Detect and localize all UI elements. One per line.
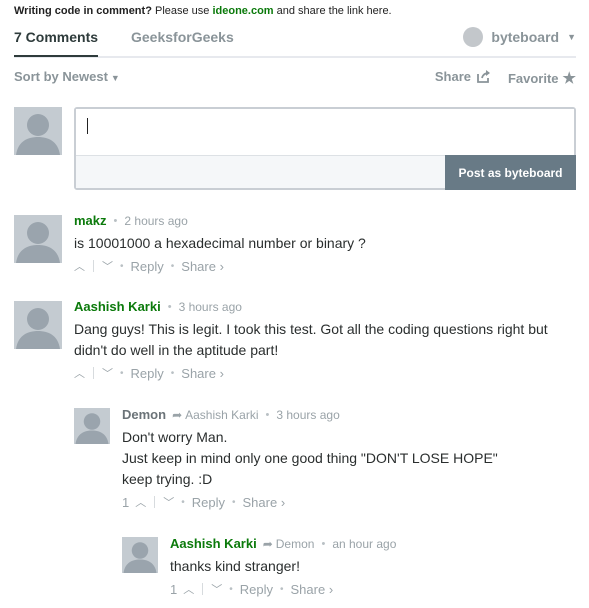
sort-bar: Sort by Newest ▼ Share Favorite ★: [14, 69, 576, 87]
chevron-up-icon[interactable]: ︿: [74, 258, 85, 274]
share-link[interactable]: Share ›: [181, 259, 224, 274]
separator-dot: •: [321, 537, 326, 550]
comment-line: is 10001000 a hexadecimal number or bina…: [74, 235, 366, 251]
user-name: byteboard: [491, 29, 560, 45]
avatar[interactable]: [14, 215, 62, 263]
comment-line: didn't do well in the aptitude part!: [74, 342, 279, 358]
comment-line: keep trying. :D: [122, 471, 213, 487]
separator-dot: •: [170, 260, 175, 272]
separator-dot: •: [265, 408, 270, 421]
comment-author[interactable]: Aashish Karki: [74, 299, 161, 314]
chevron-down-icon: ▼: [110, 73, 120, 83]
reply-link[interactable]: Reply: [192, 495, 225, 510]
comment-actions: 1 ︿ ﹀ • Reply • Share ›: [122, 494, 285, 510]
reply-link[interactable]: Reply: [131, 366, 164, 381]
comment-body: thanks kind stranger!: [170, 556, 300, 577]
favorite-button[interactable]: Favorite ★: [508, 69, 576, 87]
comment-actions: 1 ︿ ﹀ • Reply • Share ›: [170, 581, 333, 597]
notice-text-end: and share the link here.: [273, 5, 392, 17]
user-avatar-icon: [463, 27, 484, 47]
chevron-down-icon[interactable]: ﹀: [163, 494, 174, 510]
comment-header: Demon ➦ Aashish Karki • 3 hours ago: [122, 407, 340, 422]
tab-comments[interactable]: 7 Comments: [14, 29, 99, 57]
chevron-down-icon: ▼: [567, 32, 576, 42]
comment-body: Dang guys! This is legit. I took this te…: [74, 319, 548, 361]
share-link[interactable]: Share ›: [243, 495, 286, 510]
reply-link[interactable]: Reply: [131, 259, 164, 274]
code-notice: Writing code in comment? Please use ideo…: [14, 5, 392, 17]
divider: [93, 260, 94, 272]
divider: [202, 583, 204, 595]
comment-body: Don't worry Man. Just keep in mind only …: [122, 427, 498, 490]
avatar[interactable]: [122, 537, 158, 573]
text-cursor: [87, 118, 88, 134]
divider: [93, 367, 94, 379]
comment-time[interactable]: 2 hours ago: [124, 214, 187, 228]
separator-dot: •: [120, 260, 124, 272]
comment-actions: ︿ ﹀ • Reply • Share ›: [74, 258, 224, 274]
user-menu[interactable]: byteboard ▼: [463, 27, 576, 47]
reply-link[interactable]: Reply: [240, 582, 273, 597]
comment-author[interactable]: Demon: [122, 407, 166, 422]
reply-arrow-icon: ➦: [262, 536, 273, 551]
reply-to-name: Demon: [275, 536, 315, 551]
comment-tabs: 7 Comments GeeksforGeeks byteboard ▼: [14, 24, 576, 58]
ideone-link[interactable]: ideone.com: [212, 5, 273, 17]
comment-time[interactable]: 3 hours ago: [276, 408, 339, 422]
star-icon: ★: [562, 70, 576, 87]
sort-label: Sort by Newest: [14, 69, 108, 84]
separator-dot: •: [167, 300, 172, 313]
comment-author[interactable]: makz: [74, 213, 107, 228]
vote-count: 1: [122, 494, 130, 510]
separator-dot: •: [232, 496, 236, 508]
comment-line: Dang guys! This is legit. I took this te…: [74, 321, 548, 337]
sort-dropdown[interactable]: Sort by Newest ▼: [14, 69, 120, 84]
share-label: Share: [434, 69, 471, 84]
vote-count: 1: [170, 581, 178, 597]
chevron-up-icon[interactable]: ︿: [74, 365, 85, 381]
comment-input[interactable]: [76, 109, 574, 155]
notice-text: Please use: [151, 5, 213, 17]
reply-to-link[interactable]: ➦ Demon: [263, 537, 315, 551]
separator-dot: •: [181, 496, 185, 508]
comment-body: is 10001000 a hexadecimal number or bina…: [74, 233, 366, 254]
comment-line: Don't worry Man.: [122, 429, 228, 445]
share-thread-button[interactable]: Share: [435, 69, 491, 84]
separator-dot: •: [229, 583, 233, 595]
reply-to-link[interactable]: ➦ Aashish Karki: [172, 408, 258, 422]
separator-dot: •: [280, 583, 284, 595]
separator-dot: •: [120, 367, 124, 379]
reply-to-name: Aashish Karki: [185, 407, 259, 422]
comment-composer: Post as byteboard: [74, 107, 576, 190]
reply-arrow-icon: ➦: [172, 407, 183, 422]
composer-footer: Post as byteboard: [76, 155, 576, 190]
separator-dot: •: [170, 367, 175, 379]
chevron-up-icon[interactable]: ︿: [183, 581, 194, 597]
chevron-down-icon[interactable]: ﹀: [102, 258, 113, 274]
divider: [154, 496, 156, 508]
avatar[interactable]: [14, 301, 62, 349]
separator-dot: •: [113, 214, 118, 227]
comment-header: makz • 2 hours ago: [74, 213, 188, 228]
comment-line: thanks kind stranger!: [170, 558, 300, 574]
comment-author[interactable]: Aashish Karki: [170, 536, 257, 551]
avatar: [14, 107, 62, 155]
chevron-down-icon[interactable]: ﹀: [102, 365, 113, 381]
comment-actions: ︿ ﹀ • Reply • Share ›: [74, 365, 224, 381]
post-button[interactable]: Post as byteboard: [445, 155, 576, 190]
chevron-down-icon[interactable]: ﹀: [211, 581, 222, 597]
comment-time[interactable]: 3 hours ago: [179, 300, 242, 314]
comment-header: Aashish Karki • 3 hours ago: [74, 299, 242, 314]
share-link[interactable]: Share ›: [291, 582, 334, 597]
comment-line: Just keep in mind only one good thing "D…: [122, 450, 498, 466]
comment-header: Aashish Karki ➦ Demon • an hour ago: [170, 536, 396, 551]
comment-time[interactable]: an hour ago: [332, 537, 396, 551]
favorite-label: Favorite: [507, 70, 559, 86]
notice-lead: Writing code in comment?: [14, 5, 152, 17]
tab-community[interactable]: GeeksforGeeks: [131, 29, 234, 45]
share-export-icon: [477, 70, 490, 83]
chevron-up-icon[interactable]: ︿: [135, 494, 146, 510]
avatar[interactable]: [74, 408, 110, 444]
share-link[interactable]: Share ›: [181, 366, 224, 381]
